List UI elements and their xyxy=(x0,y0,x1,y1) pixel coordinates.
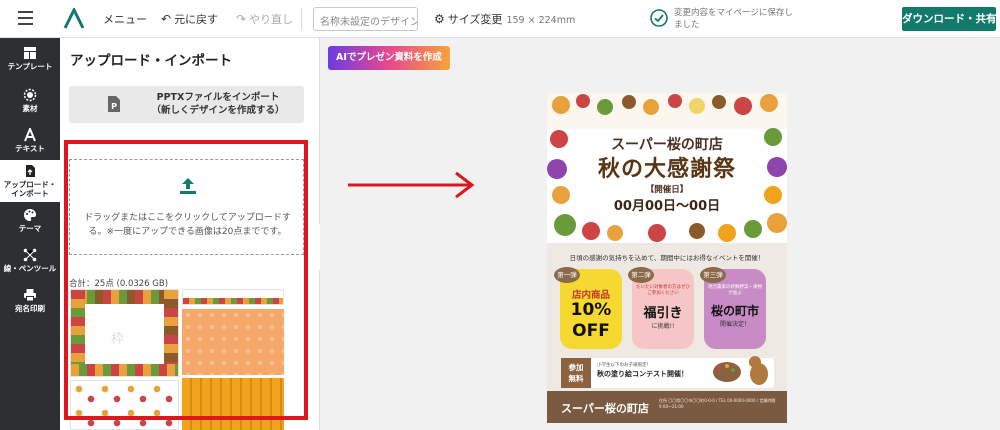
nav-item-upload[interactable]: アップロード・ インポート xyxy=(0,160,60,202)
printer-icon xyxy=(24,289,36,302)
nav-item-elements[interactable]: 素材 xyxy=(0,82,60,122)
flyer-date: 00月00日〜00日 xyxy=(613,199,721,214)
flyer-intro: 日頃の感謝の気持ちを込めて、期間中にはお得なイベントを開催！ xyxy=(569,254,765,262)
document-name-input[interactable]: 名称未設定のデザイン xyxy=(313,7,418,31)
nav-label-line1: アップロード・ xyxy=(3,180,57,189)
card-sub: 開催決定！ xyxy=(719,321,750,328)
event-card-1: 第一弾 店内商品 10% OFF xyxy=(554,267,622,349)
nav-label: 線・ペンツール xyxy=(3,264,57,273)
element-icon xyxy=(23,88,37,102)
card-note: だいたい対象者の方はぜひご参加ください xyxy=(636,285,690,296)
card-main: 桜の町市 xyxy=(710,304,759,318)
design-canvas: AIでプレゼン資料を作成 スーパー桜の町店 秋の大感謝祭 【開催日】 00月00… xyxy=(320,38,1000,430)
card-bubble: 第一弾 xyxy=(554,267,580,283)
card-line1: 店内商品 xyxy=(571,290,610,301)
upload-file-icon xyxy=(26,165,35,177)
palette-icon xyxy=(24,209,36,221)
entry-small-text: 小学生以下のお子様限定！ xyxy=(597,363,651,368)
nav-label-line2: インポート xyxy=(11,189,49,198)
pptx-label-line1: PPTXファイルをインポート xyxy=(156,92,280,103)
resize-button[interactable]: ⚙ サイズ変更 159 × 224mm xyxy=(434,11,575,27)
panel-title: アップロード・インポート xyxy=(70,53,232,69)
nav-label: テーマ xyxy=(18,224,42,233)
footer-info: 住所 〇〇県〇〇市〇〇町0-0-0 / TEL 00-0000-0000 / 営… xyxy=(659,398,776,409)
red-arrow-icon xyxy=(348,171,475,199)
download-share-button[interactable]: ダウンロード・共有 xyxy=(902,7,997,31)
card-line2: 10% xyxy=(570,300,612,320)
contest-entry-banner: 参加 無料 小学生以下のお子様限定！ 秋の塗り絵コンテスト開催！ xyxy=(561,356,774,388)
footer-store-name: スーパー桜の町店 xyxy=(561,402,649,415)
flyer-period-label: 【開催日】 xyxy=(645,185,689,195)
nav-label: 宛名印刷 xyxy=(15,304,45,313)
svg-text:P: P xyxy=(111,102,117,111)
badge-line2: 無料 xyxy=(568,374,584,383)
toolbar-divider xyxy=(301,8,302,30)
undo-icon: ↶ xyxy=(161,12,172,26)
redo-icon: ↷ xyxy=(236,12,247,26)
app-logo-icon[interactable] xyxy=(63,8,85,30)
card-main: 福引き xyxy=(643,306,683,321)
nav-item-theme[interactable]: テーマ xyxy=(0,202,60,242)
undo-button[interactable]: ↶ 元に戻す xyxy=(161,11,218,27)
free-entry-badge: 参加 無料 xyxy=(561,358,591,388)
flyer-header: スーパー桜の町店 秋の大感謝祭 【開催日】 00月00日〜00日 xyxy=(547,93,787,243)
flyer-footer: スーパー桜の町店 住所 〇〇県〇〇市〇〇町0-0-0 / TEL 00-0000… xyxy=(547,391,787,423)
ai-presentation-button[interactable]: AIでプレゼン資料を作成 xyxy=(328,46,450,70)
nav-label: 素材 xyxy=(22,104,38,113)
pptx-button-label: PPTXファイルをインポート （新しくデザインを作成する） xyxy=(133,91,303,117)
entry-main-text: 秋の塗り絵コンテスト開催！ xyxy=(597,370,688,378)
redo-button[interactable]: ↷ やり直し xyxy=(236,11,293,27)
text-icon xyxy=(24,128,36,142)
nav-item-text[interactable]: テキスト xyxy=(0,122,60,162)
nav-item-address-print[interactable]: 宛名印刷 xyxy=(0,282,60,322)
pen-tool-icon xyxy=(23,248,37,262)
nav-item-template[interactable]: テンプレート xyxy=(0,40,60,80)
save-status-text: 変更内容をマイページに保存しました xyxy=(674,8,793,30)
left-nav: テンプレート 素材 テキスト アップロード・ インポート テーマ 線・ペンツール… xyxy=(0,38,60,430)
flyer-title: 秋の大感謝祭 xyxy=(597,157,736,182)
highlight-box xyxy=(64,140,308,420)
gear-icon: ⚙ xyxy=(434,12,445,26)
hamburger-menu-icon[interactable] xyxy=(18,11,33,25)
menu-button[interactable]: メニュー xyxy=(103,11,147,27)
pptx-label-line2: （新しくデザインを作成する） xyxy=(151,105,285,116)
template-icon xyxy=(24,47,36,59)
card-sub: に挑戦!! xyxy=(651,323,675,330)
check-circle-icon xyxy=(650,9,668,27)
event-card-2: 第二弾 だいたい対象者の方はぜひご参加ください 福引き に挑戦!! xyxy=(628,267,694,349)
card-bubble: 第三弾 xyxy=(700,267,726,283)
pptx-file-icon: P xyxy=(108,96,120,112)
nav-label: テキスト xyxy=(15,144,45,153)
event-card-3: 第三弾 地元農家の新鮮野菜・果物が並ぶ 桜の町市 開催決定！ xyxy=(700,267,766,349)
top-toolbar: メニュー ↶ 元に戻す ↷ やり直し 名称未設定のデザイン ⚙ サイズ変更 159 × … xyxy=(0,0,1000,38)
dimensions-text: 159 × 224mm xyxy=(506,15,576,26)
nav-label: テンプレート xyxy=(7,62,53,71)
pptx-import-button[interactable]: P PPTXファイルをインポート （新しくデザインを作成する） xyxy=(69,86,304,123)
squirrel-palette-illustration xyxy=(713,356,768,385)
badge-line1: 参加 xyxy=(568,363,584,372)
card-line3: OFF xyxy=(572,321,610,341)
nav-item-pen-tool[interactable]: 線・ペンツール xyxy=(0,242,60,282)
card-bubble: 第二弾 xyxy=(628,267,654,283)
flyer-body: 日頃の感謝の気持ちを込めて、期間中にはお得なイベントを開催！ 第一弾 店内商品 … xyxy=(547,243,787,391)
card-note: 地元農家の新鮮野菜・果物が並ぶ xyxy=(708,285,762,296)
flyer-page[interactable]: スーパー桜の町店 秋の大感謝祭 【開催日】 00月00日〜00日 日頃の感謝の気… xyxy=(547,93,787,423)
